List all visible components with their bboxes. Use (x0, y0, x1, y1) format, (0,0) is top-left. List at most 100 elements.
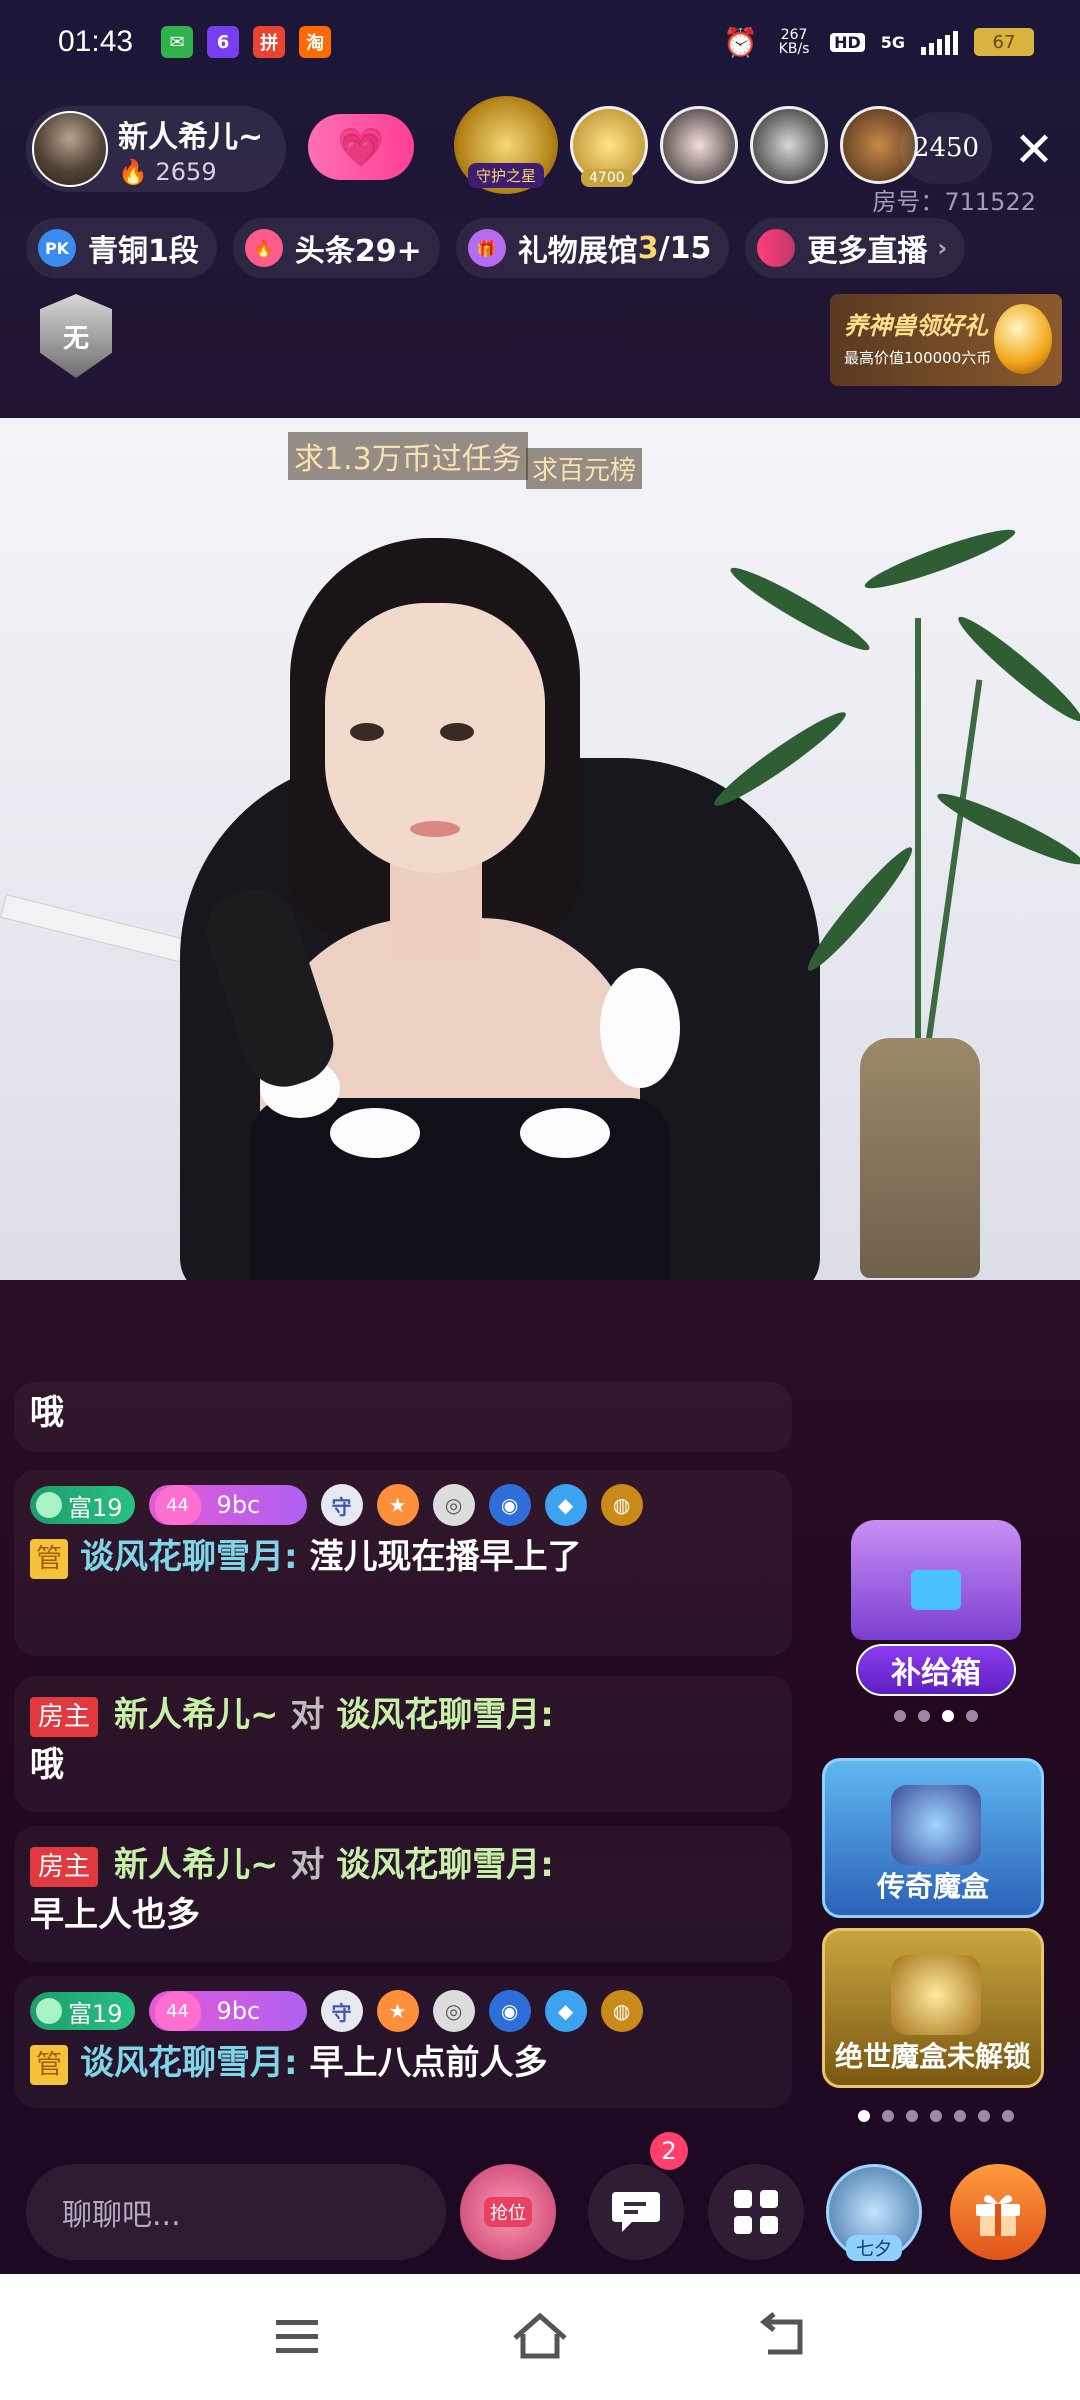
room-tags: PK 青铜1段 🔥 头条29+ 🎁 礼物展馆 3/15 更多直播 › (26, 218, 966, 278)
signal-icon (921, 29, 958, 55)
fan-badge: 44 9bc (148, 1485, 307, 1525)
back-icon[interactable] (748, 2304, 818, 2368)
pdd-icon: 拼 (253, 26, 286, 58)
viewer-avatar[interactable] (750, 106, 828, 184)
legend-magic-box[interactable]: 传奇魔盒 (822, 1758, 1044, 1918)
promo-banner[interactable]: 养神兽领好礼 最高价值100000六币 (830, 294, 1062, 386)
host-fans: 🔥 2659 (118, 158, 217, 186)
flame-icon: 🔥 (244, 229, 283, 267)
star-icon: ★ (376, 1990, 419, 2032)
heart-plus-icon: 💗 (337, 124, 385, 169)
more-live-tag[interactable]: 更多直播 › (745, 218, 966, 278)
guardian-star-badge[interactable]: 守护之星 (454, 96, 558, 194)
video-banner: 求1.3万币过任务 (288, 432, 528, 480)
live-video[interactable]: 求1.3万币过任务 求百元榜 (0, 418, 1080, 1280)
carousel-dots (846, 1710, 1026, 1722)
gift-icon (976, 2195, 1020, 2236)
locked-box-icon (891, 1955, 981, 2035)
magic-box-icon (891, 1785, 981, 1865)
user-badges: 富19 44 9bc 守 ★ ◎ ◉ ◆ ◍ (30, 1990, 776, 2032)
streamer-eye (440, 723, 474, 741)
room-id: 房号：711522 (872, 188, 1036, 216)
wealth-badge: 富19 (30, 1992, 135, 2030)
bottom-bar: 聊聊吧... 抢位 七夕 (0, 2150, 1080, 2274)
chat-message[interactable]: 房主 新人希儿~ 对 谈风花聊雪月: 早上人也多 (14, 1826, 792, 1962)
chat-text: 房主 新人希儿~ 对 谈风花聊雪月: 早上人也多 (30, 1845, 554, 1935)
chat-text: 管谈风花聊雪月: 滢儿现在播早上了 (30, 1532, 776, 1582)
gift-button[interactable] (950, 2164, 1046, 2260)
app6-icon: 6 (207, 26, 240, 58)
net-speed: 267 KB/s (778, 27, 810, 57)
wechat-icon: ✉ (161, 26, 194, 58)
chat-message[interactable]: 哦 (14, 1382, 792, 1452)
pk-rank-tag[interactable]: PK 青铜1段 (26, 218, 217, 278)
supply-box[interactable]: 补给箱 (846, 1520, 1026, 1722)
leaf (708, 704, 852, 814)
dragon-icon: ◉ (488, 1990, 531, 2032)
message-button[interactable] (588, 2164, 684, 2260)
chat-input[interactable]: 聊聊吧... (26, 2164, 446, 2260)
alarm-icon: ⏰ (723, 25, 759, 59)
chat-bubble-icon (612, 2192, 660, 2232)
signal-label: 5G (880, 32, 905, 52)
status-right: ⏰ 267 KB/s HD 5G 67 (723, 26, 1034, 59)
guard-icon: 守 (320, 1484, 363, 1526)
plant (915, 618, 921, 1068)
close-icon[interactable]: ✕ (1006, 122, 1062, 178)
triangle-icon (36, 1492, 62, 1518)
viewer-avatar[interactable]: 4700 (570, 106, 648, 187)
star-icon: ★ (376, 1484, 419, 1526)
streamer-lips (410, 821, 460, 837)
wealth-badge: 富19 (30, 1486, 135, 1524)
hd-icon: HD (830, 32, 865, 52)
battery-icon: 67 (974, 28, 1034, 56)
medal-icon: ◍ (600, 1990, 643, 2032)
gem-icon: ◆ (544, 1484, 587, 1526)
unread-count-badge: 2 (650, 2132, 688, 2170)
grid-icon (734, 2190, 778, 2234)
rank-badge-icon[interactable]: 无 (40, 294, 112, 378)
swirl-icon: ◎ (432, 1484, 475, 1526)
system-nav-bar (0, 2274, 1080, 2400)
viewer-avatar[interactable] (660, 106, 738, 184)
top-viewers[interactable]: 守护之星 4700 (454, 96, 918, 194)
ruffle (520, 1108, 610, 1158)
leaf (800, 840, 920, 978)
chevron-right-icon: › (937, 234, 948, 262)
taobao-icon: 淘 (299, 26, 332, 58)
gift-hall-icon: 🎁 (467, 229, 506, 267)
peerless-magic-box[interactable]: 绝世魔盒未解锁 (822, 1928, 1044, 2088)
dragon-icon: ◉ (488, 1484, 531, 1526)
host-avatar[interactable] (32, 111, 108, 187)
grab-seat-button[interactable]: 抢位 (460, 2164, 556, 2260)
carousel-dots (846, 2110, 1026, 2122)
viewer-count[interactable]: 2450 (900, 112, 992, 184)
host-profile[interactable]: 新人希儿~ 🔥 2659 (26, 106, 286, 192)
streamer-eye (350, 723, 384, 741)
chat-message[interactable]: 富19 44 9bc 守 ★ ◎ ◉ ◆ ◍ 管谈风花聊雪月: 滢儿现在播早上了 (14, 1470, 792, 1656)
ruffle (600, 968, 680, 1088)
medal-icon: ◍ (600, 1484, 643, 1526)
fan-badge: 44 9bc (148, 1991, 307, 2031)
supply-box-button[interactable]: 补给箱 (856, 1644, 1016, 1696)
room-header: 新人希儿~ 🔥 2659 💗 守护之星 4700 2450 ✕ 房号：71152… (0, 84, 1080, 418)
gift-hall-tag[interactable]: 🎁 礼物展馆 3/15 (455, 218, 730, 278)
mic-arm (0, 894, 200, 966)
follow-button[interactable]: 💗 (308, 114, 414, 180)
status-bar: 01:43 ✉ 6 拼 淘 ⏰ 267 KB/s HD 5G 67 (0, 0, 1080, 84)
home-icon[interactable] (505, 2304, 575, 2368)
treasure-chest-icon (851, 1520, 1021, 1640)
menu-icon[interactable] (262, 2304, 332, 2368)
video-banner: 求百元榜 (526, 448, 643, 489)
more-apps-button[interactable] (708, 2164, 804, 2260)
chat-message[interactable]: 房主 新人希儿~ 对 谈风花聊雪月: 哦 (14, 1676, 792, 1812)
plant (923, 679, 983, 1057)
plant-pot (860, 1038, 980, 1278)
qixi-event-button[interactable]: 七夕 (826, 2164, 922, 2261)
ruffle (330, 1108, 420, 1158)
triangle-icon (36, 1998, 62, 2024)
leaf (725, 559, 875, 659)
pk-icon: PK (38, 229, 76, 267)
chat-message[interactable]: 富19 44 9bc 守 ★ ◎ ◉ ◆ ◍ 管谈风花聊雪月: 早上八点前人多 (14, 1976, 792, 2108)
headline-tag[interactable]: 🔥 头条29+ (232, 218, 440, 278)
